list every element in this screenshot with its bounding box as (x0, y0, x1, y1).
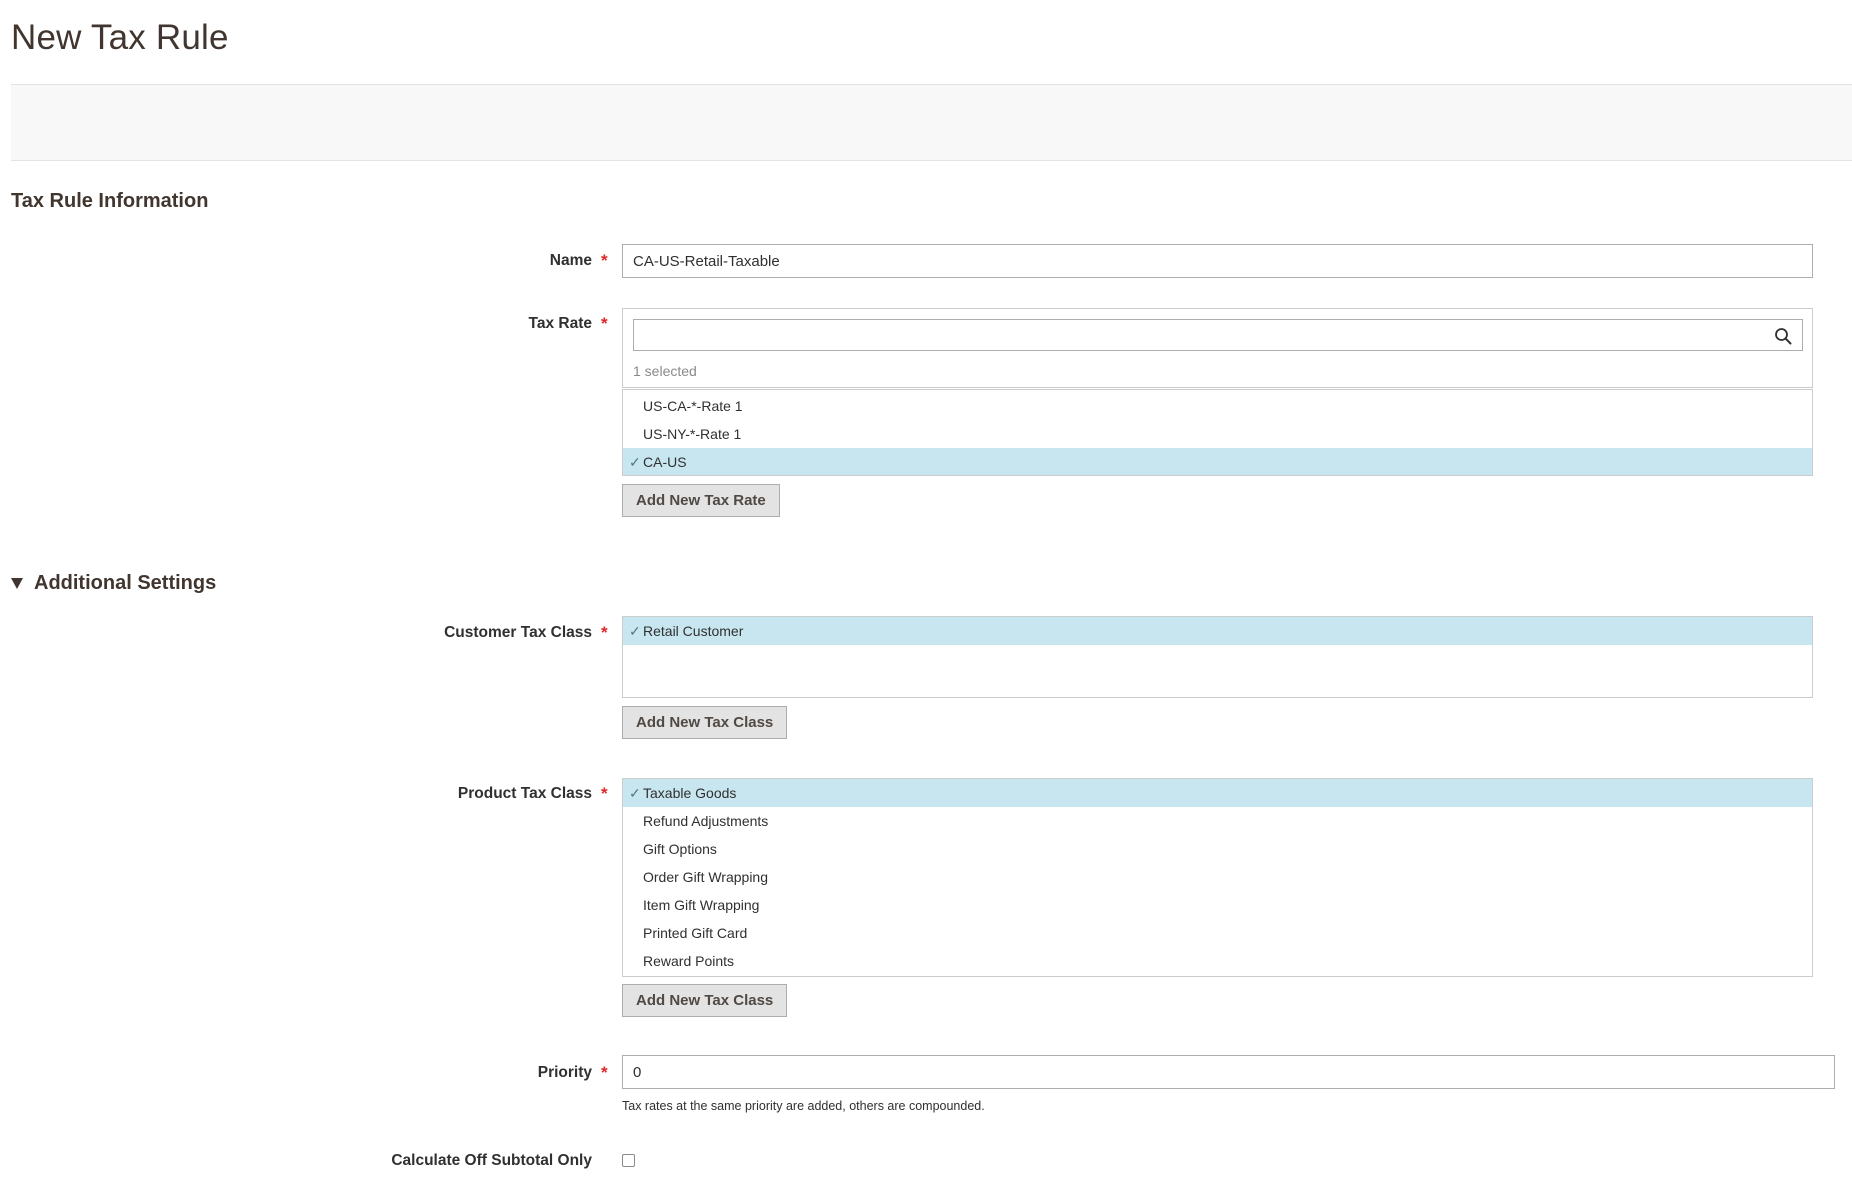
tax-rate-option[interactable]: US-CA-*-Rate 1 (623, 392, 1812, 420)
product-tax-class-option-label: Item Gift Wrapping (643, 897, 760, 913)
priority-note: Tax rates at the same priority are added… (622, 1099, 985, 1113)
calculate-off-subtotal-label: Calculate Off Subtotal Only (391, 1152, 592, 1169)
customer-tax-class-option[interactable]: ✓ Retail Customer (623, 617, 1812, 645)
tax-rate-label: Tax Rate (528, 315, 592, 332)
product-tax-class-option-label: Printed Gift Card (643, 925, 748, 941)
product-tax-class-option[interactable]: Refund Adjustments (623, 807, 1812, 835)
name-label: Name (549, 252, 592, 269)
tax-rate-selected-count: 1 selected (633, 363, 697, 379)
add-new-tax-rate-button[interactable]: Add New Tax Rate (622, 484, 780, 517)
add-new-product-tax-class-button[interactable]: Add New Tax Class (622, 984, 788, 1017)
page-actions-bar (11, 84, 1852, 161)
customer-tax-class-listbox[interactable]: ✓ Retail Customer (622, 616, 1813, 698)
name-required-mark: * (601, 251, 608, 270)
product-tax-class-option[interactable]: ✓ Taxable Goods (623, 779, 1812, 807)
product-tax-class-option-label: Refund Adjustments (643, 813, 769, 829)
product-tax-class-option[interactable]: Printed Gift Card (623, 919, 1812, 947)
calculate-off-subtotal-checkbox[interactable] (622, 1154, 635, 1167)
tax-rate-option-label: US-CA-*-Rate 1 (643, 398, 743, 414)
section-title-additional-settings: Additional Settings (34, 572, 217, 594)
customer-tax-class-label: Customer Tax Class (444, 624, 592, 641)
product-tax-class-option-label: Order Gift Wrapping (643, 869, 769, 885)
add-new-customer-tax-class-button[interactable]: Add New Tax Class (622, 706, 788, 739)
tax-rate-option-label: CA-US (643, 454, 687, 470)
priority-required-mark: * (601, 1063, 608, 1082)
tax-rate-listbox[interactable]: US-CA-*-Rate 1 US-NY-*-Rate 1 ✓ CA-US (622, 389, 1813, 476)
check-icon: ✓ (629, 623, 641, 639)
product-tax-class-option-label: Taxable Goods (643, 785, 737, 801)
customer-tax-class-option-label: Retail Customer (643, 623, 744, 639)
product-tax-class-option[interactable]: Reward Points (623, 947, 1812, 975)
product-tax-class-option-label: Gift Options (643, 841, 717, 857)
section-title-tax-rule-information: Tax Rule Information (11, 190, 209, 212)
product-tax-class-option[interactable]: Order Gift Wrapping (623, 863, 1812, 891)
tax-rate-option-label: US-NY-*-Rate 1 (643, 426, 742, 442)
product-tax-class-option[interactable]: Item Gift Wrapping (623, 891, 1812, 919)
product-tax-class-listbox[interactable]: ✓ Taxable Goods Refund Adjustments Gift … (622, 778, 1813, 977)
product-tax-class-label: Product Tax Class (457, 785, 592, 802)
check-icon: ✓ (629, 454, 641, 470)
triangle-down-icon (11, 578, 23, 589)
tax-rate-search-input[interactable] (634, 320, 1774, 350)
tax-rate-search-box[interactable] (633, 319, 1803, 351)
priority-input[interactable] (622, 1055, 1835, 1089)
tax-rate-option[interactable]: ✓ CA-US (623, 448, 1812, 475)
product-tax-class-option-label: Reward Points (643, 953, 735, 969)
product-tax-class-required-mark: * (601, 784, 608, 803)
customer-tax-class-required-mark: * (601, 623, 608, 642)
tax-rate-panel: 1 selected (622, 308, 1813, 388)
search-icon[interactable] (1774, 327, 1792, 345)
check-icon: ✓ (629, 785, 641, 801)
tax-rate-required-mark: * (601, 314, 608, 333)
tax-rate-option[interactable]: US-NY-*-Rate 1 (623, 420, 1812, 448)
product-tax-class-option[interactable]: Gift Options (623, 835, 1812, 863)
priority-label: Priority (537, 1064, 592, 1081)
page-title: New Tax Rule (11, 18, 229, 57)
additional-settings-toggle[interactable]: Additional Settings (11, 572, 216, 595)
name-input[interactable] (622, 244, 1813, 278)
